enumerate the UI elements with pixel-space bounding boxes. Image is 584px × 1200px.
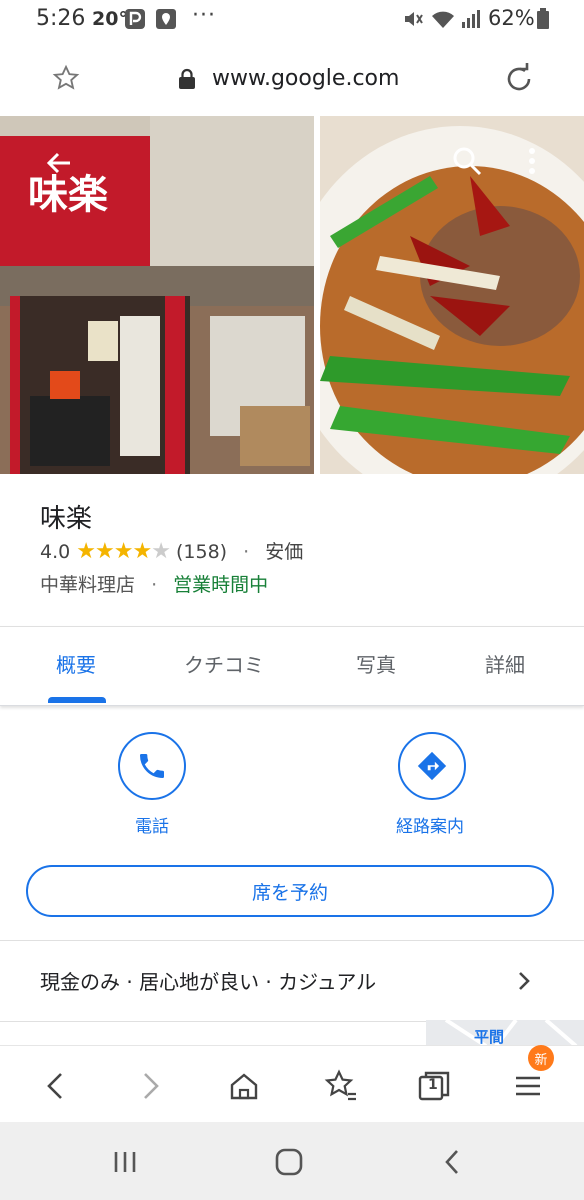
place-category: 中華料理店 xyxy=(40,574,136,596)
tab-photos[interactable]: 写真 xyxy=(356,649,396,678)
directions-label[interactable]: 経路案内 xyxy=(380,812,480,837)
star-empty-icon: ★ xyxy=(151,539,171,564)
status-temperature: 20° xyxy=(92,8,128,30)
separator: · xyxy=(151,574,158,596)
map-label: 平間 xyxy=(474,1028,505,1046)
status-more: ··· xyxy=(192,3,216,28)
star-filled-icon: ★ xyxy=(132,539,152,564)
status-bar: 5:26 20° ··· 62% xyxy=(0,0,584,40)
pay-icon xyxy=(125,9,145,29)
browser-toolbar: 1 新 xyxy=(0,1045,584,1123)
reload-icon[interactable] xyxy=(502,62,536,96)
recent-apps-icon[interactable] xyxy=(110,1148,140,1176)
star-icon[interactable] xyxy=(52,64,80,92)
review-count: (158) xyxy=(175,541,228,563)
tab-count: 1 xyxy=(428,1077,438,1093)
food-photo[interactable] xyxy=(320,116,584,474)
browser-url-bar: www.google.com xyxy=(0,40,584,116)
map-preview[interactable]: 平間 xyxy=(426,1020,584,1046)
rating-row[interactable]: 4.0 ★★★★★ (158) · 安価 xyxy=(40,537,303,564)
directions-circle[interactable] xyxy=(398,732,466,800)
url-text[interactable]: www.google.com xyxy=(212,66,399,91)
map-pin-icon xyxy=(156,9,176,29)
home-button-icon[interactable] xyxy=(273,1146,305,1178)
storefront-photo[interactable]: 味楽 xyxy=(0,116,314,474)
rating-value: 4.0 xyxy=(40,541,71,563)
phone-icon xyxy=(140,754,164,778)
attributes-row[interactable]: 現金のみ · 居心地が良い · カジュアル xyxy=(0,940,584,1022)
rating-stars: ★★★★★ xyxy=(76,539,171,564)
system-navigation-bar xyxy=(0,1122,584,1200)
forward-icon[interactable] xyxy=(130,1066,170,1106)
category-row: 中華料理店 · 営業時間中 xyxy=(40,570,268,597)
lock-icon xyxy=(179,68,195,89)
active-tab-indicator xyxy=(48,697,106,703)
back-arrow-icon[interactable] xyxy=(42,146,76,180)
reserve-table-button[interactable]: 席を予約 xyxy=(26,865,554,917)
directions-icon xyxy=(417,751,447,781)
wifi-icon xyxy=(432,11,454,28)
mute-icon xyxy=(405,12,423,26)
system-back-icon[interactable] xyxy=(440,1148,464,1176)
battery-icon xyxy=(537,8,549,29)
tabs-button[interactable]: 1 xyxy=(414,1066,454,1106)
back-icon[interactable] xyxy=(36,1066,76,1106)
bookmarks-icon[interactable] xyxy=(320,1066,360,1106)
open-status: 営業時間中 xyxy=(173,574,269,596)
map-roads xyxy=(444,1020,578,1046)
menu-icon[interactable] xyxy=(508,1066,548,1106)
tab-overview[interactable]: 概要 xyxy=(56,649,96,678)
star-filled-icon: ★ xyxy=(76,539,96,564)
attributes-text: 現金のみ · 居心地が良い · カジュアル xyxy=(40,970,377,994)
call-label[interactable]: 電話 xyxy=(110,812,194,837)
more-vert-icon[interactable] xyxy=(520,144,544,178)
separator: · xyxy=(243,541,250,563)
star-filled-icon: ★ xyxy=(113,539,134,564)
directions-button[interactable] xyxy=(398,732,466,800)
new-badge: 新 xyxy=(528,1045,554,1071)
chevron-right-icon xyxy=(519,972,530,990)
search-icon[interactable] xyxy=(450,144,484,178)
signal-icon xyxy=(462,10,480,28)
call-button[interactable] xyxy=(118,732,186,800)
price-level: 安価 xyxy=(265,541,304,563)
battery-percent: 62% xyxy=(488,6,535,30)
call-circle[interactable] xyxy=(118,732,186,800)
status-time: 5:26 xyxy=(36,6,86,31)
star-filled-icon: ★ xyxy=(95,539,115,564)
tab-details[interactable]: 詳細 xyxy=(485,649,525,678)
tab-reviews[interactable]: クチコミ xyxy=(184,649,264,678)
photo-strip[interactable]: 味楽 xyxy=(0,116,584,474)
home-icon[interactable] xyxy=(224,1066,264,1106)
place-name: 味楽 xyxy=(40,504,93,534)
place-tabs: 概要 クチコミ 写真 詳細 xyxy=(0,626,584,706)
